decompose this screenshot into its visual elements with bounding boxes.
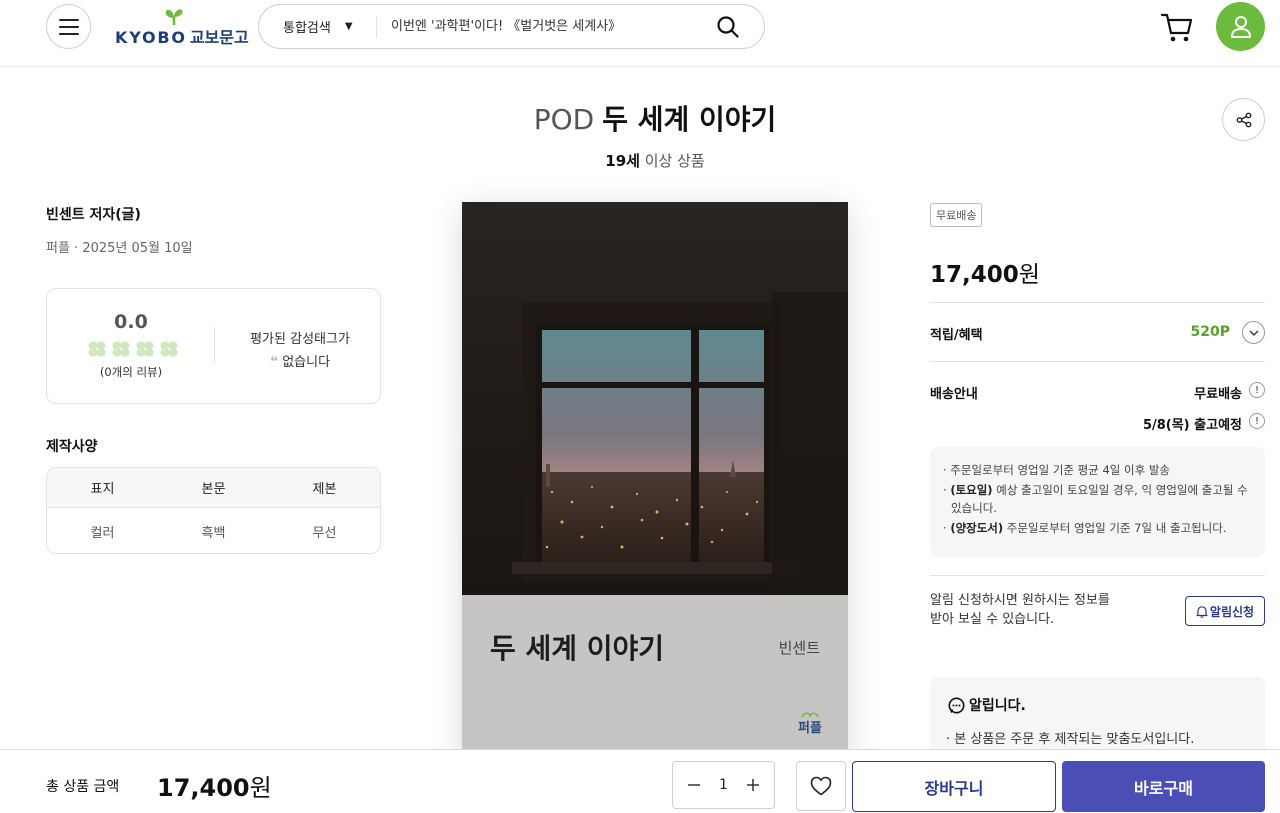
info-icon[interactable]: ! bbox=[1249, 382, 1265, 398]
ship-note: · (토요일) 예상 출고일이 토요일일 경우, 익 영업일에 출고될 수 있습… bbox=[943, 483, 1248, 515]
quote-icon: ❝ bbox=[269, 354, 279, 370]
shipping-label: 배송안내 bbox=[930, 387, 978, 402]
spec-header-cover: 표지 bbox=[90, 482, 115, 497]
info-icon[interactable]: ! bbox=[1249, 413, 1265, 429]
ship-note: · (양장도서) 주문일로부터 영업일 기준 7일 내 출고됩니다. bbox=[943, 521, 1227, 535]
decrease-quantity-button[interactable] bbox=[683, 774, 705, 796]
review-count: (0개의 리뷰) bbox=[99, 365, 163, 379]
points-label: 적립/혜택 bbox=[930, 328, 983, 343]
divider bbox=[930, 302, 1265, 303]
caret-down-icon: ▼ bbox=[344, 21, 353, 32]
points-expand-button[interactable] bbox=[1242, 321, 1265, 344]
divider bbox=[930, 575, 1265, 576]
search-box: 통합검색 ▼ bbox=[258, 4, 765, 49]
bottom-purchase-bar: 총 상품 금액 17,400원 1 장바구니 바로구매 bbox=[0, 749, 1280, 813]
total-price: 17,400원 bbox=[157, 774, 272, 802]
share-button[interactable] bbox=[1222, 98, 1265, 141]
buy-now-button[interactable]: 바로구매 bbox=[1062, 761, 1265, 812]
sale-price: 17,400원 bbox=[930, 262, 1040, 288]
spec-table-row: 컬러 흑백 무선 bbox=[47, 508, 380, 553]
chat-bubble-icon bbox=[948, 697, 965, 713]
menu-button[interactable] bbox=[46, 4, 91, 49]
spec-header-body: 본문 bbox=[201, 482, 226, 497]
user-icon bbox=[1230, 15, 1251, 38]
emotion-tag-text: 평가된 감성태그가 ❝ 없습니다 bbox=[250, 332, 350, 370]
search-scope-select[interactable]: 통합검색 ▼ bbox=[259, 15, 377, 38]
header: KYOBO 교보문고 통합검색 ▼ bbox=[0, 0, 1280, 67]
ship-note: · 주문일로부터 영업일 기준 평균 4일 이후 발송 bbox=[943, 463, 1170, 477]
cart-button[interactable] bbox=[1160, 11, 1196, 45]
age-restriction: 19세 이상 상품 bbox=[605, 152, 705, 170]
chevron-down-icon bbox=[1249, 330, 1258, 336]
bell-icon bbox=[1196, 605, 1208, 618]
quantity-stepper: 1 bbox=[672, 761, 775, 809]
clover-icon bbox=[112, 341, 130, 357]
publisher-logo: 퍼플 bbox=[798, 711, 822, 737]
spec-title: 제작사양 bbox=[46, 439, 98, 455]
cart-icon bbox=[1160, 13, 1193, 42]
add-to-cart-button[interactable]: 장바구니 bbox=[852, 761, 1056, 812]
search-input[interactable] bbox=[377, 6, 706, 47]
ship-date: 5/8(목) 출고예정 bbox=[1142, 418, 1242, 433]
pod-label: POD bbox=[533, 103, 595, 136]
spec-value-binding: 무선 bbox=[312, 526, 337, 541]
cover-photo bbox=[462, 202, 848, 595]
author-link[interactable]: 빈센트 저자(글) bbox=[46, 204, 141, 224]
spec-table: 표지 본문 제본 컬러 흑백 무선 bbox=[46, 467, 381, 554]
cover-title-area: 두 세계 이야기 빈센트 퍼플 bbox=[462, 595, 848, 762]
user-profile-button[interactable] bbox=[1216, 2, 1265, 51]
points-value: 520P bbox=[1190, 324, 1230, 340]
cover-title: 두 세계 이야기 bbox=[490, 632, 665, 665]
search-button[interactable] bbox=[706, 7, 750, 47]
free-shipping-badge: 무료배송 bbox=[930, 203, 983, 227]
search-icon bbox=[717, 15, 739, 38]
clover-icon bbox=[88, 341, 106, 357]
alert-description: 알림 신청하시면 원하시는 정보를 받아 보실 수 있습니다. bbox=[930, 593, 1110, 627]
notice-body: · 본 상품은 주문 후 제작되는 맞춤도서입니다. bbox=[946, 732, 1195, 747]
shipping-type: 무료배송 bbox=[1194, 387, 1242, 402]
logo-text: KYOBO 교보문고 bbox=[115, 28, 249, 47]
publisher-date: 퍼플 · 2025년 05월 10일 bbox=[46, 241, 193, 256]
notice-title: 알립니다. bbox=[948, 695, 1026, 715]
increase-quantity-button[interactable] bbox=[742, 774, 764, 796]
rating-score: 0.0 bbox=[114, 311, 148, 333]
total-label: 총 상품 금액 bbox=[46, 779, 120, 795]
divider bbox=[214, 327, 215, 363]
alert-subscribe-button[interactable]: 알림신청 bbox=[1185, 596, 1265, 626]
shipping-notes: · 주문일로부터 영업일 기준 평균 4일 이후 발송 · (토요일) 예상 출… bbox=[930, 447, 1265, 557]
spec-value-body: 흑백 bbox=[201, 526, 226, 541]
heart-icon bbox=[810, 776, 832, 796]
clover-icon bbox=[136, 341, 154, 357]
hamburger-icon bbox=[58, 18, 79, 35]
spec-table-header: 표지 본문 제본 bbox=[47, 468, 380, 508]
quantity-value[interactable]: 1 bbox=[719, 777, 728, 793]
share-icon bbox=[1236, 112, 1251, 127]
wishlist-button[interactable] bbox=[796, 761, 846, 811]
minus-icon bbox=[688, 784, 700, 786]
cover-author: 빈센트 bbox=[778, 639, 820, 657]
book-cover-image[interactable]: 두 세계 이야기 빈센트 퍼플 bbox=[462, 202, 848, 762]
spec-header-binding: 제본 bbox=[312, 482, 337, 497]
kyobo-logo[interactable]: KYOBO 교보문고 bbox=[115, 8, 249, 48]
rating-box[interactable]: 0.0 (0개의 리뷰) 평가된 감성태그가 ❝ 없습니다 bbox=[46, 288, 381, 404]
plus-icon bbox=[746, 779, 759, 791]
spec-value-cover: 컬러 bbox=[90, 526, 115, 541]
divider bbox=[930, 361, 1265, 362]
product-title: POD 두 세계 이야기 bbox=[533, 103, 777, 136]
clover-rating bbox=[88, 341, 179, 358]
clover-icon bbox=[160, 341, 178, 357]
